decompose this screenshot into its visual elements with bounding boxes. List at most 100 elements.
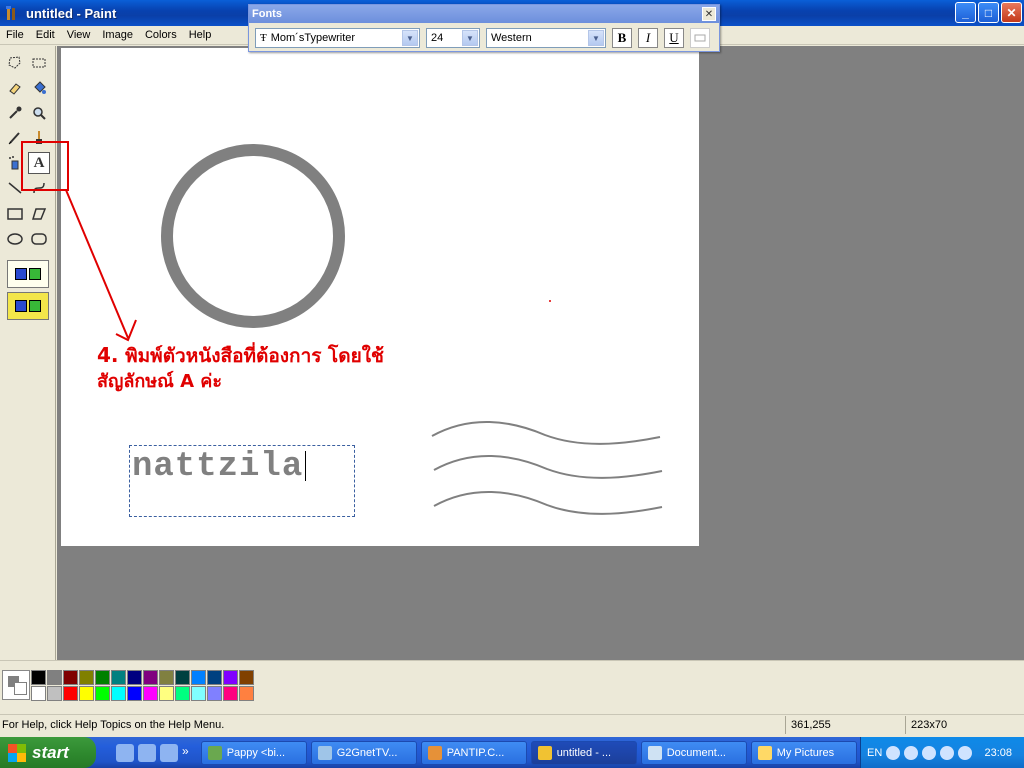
- color-picker-icon[interactable]: [4, 102, 26, 124]
- status-coordinates: 361,255: [785, 715, 905, 734]
- task-app-icon: [427, 745, 442, 760]
- color-palette: [0, 660, 1024, 711]
- polygon-icon[interactable]: [28, 203, 50, 225]
- color-swatch[interactable]: [31, 686, 46, 701]
- taskbar-task[interactable]: My Pictures: [750, 740, 857, 765]
- taskbar-task[interactable]: untitled - ...: [530, 740, 637, 765]
- ellipse-icon[interactable]: [4, 228, 26, 250]
- color-swatch[interactable]: [95, 670, 110, 685]
- color-swatch[interactable]: [191, 670, 206, 685]
- font-script-value: Western: [491, 32, 532, 44]
- fonts-close-button[interactable]: ✕: [702, 7, 716, 21]
- status-help-text: For Help, click Help Topics on the Help …: [2, 718, 225, 731]
- vertical-text-button[interactable]: [690, 28, 710, 48]
- taskbar-task[interactable]: G2GnetTV...: [310, 740, 417, 765]
- color-swatch[interactable]: [127, 686, 142, 701]
- tray-play-icon[interactable]: [922, 745, 937, 760]
- color-swatch[interactable]: [63, 686, 78, 701]
- chevron-down-icon[interactable]: ▼: [402, 30, 418, 46]
- color-swatch[interactable]: [223, 686, 238, 701]
- color-swatch[interactable]: [63, 670, 78, 685]
- tray-camera-icon[interactable]: [940, 745, 955, 760]
- color-swatch[interactable]: [47, 686, 62, 701]
- tray-volume-icon[interactable]: [958, 745, 973, 760]
- chevron-down-icon[interactable]: ▼: [462, 30, 478, 46]
- underline-button[interactable]: U: [664, 28, 684, 48]
- task-label: PANTIP.C...: [446, 746, 505, 759]
- color-swatch[interactable]: [191, 686, 206, 701]
- color-swatch[interactable]: [31, 670, 46, 685]
- menu-file[interactable]: File: [0, 29, 30, 41]
- taskbar-task[interactable]: PANTIP.C...: [420, 740, 527, 765]
- color-swatch[interactable]: [79, 670, 94, 685]
- notepad-quicklaunch-icon[interactable]: [138, 743, 156, 762]
- color-swatch[interactable]: [143, 686, 158, 701]
- menu-colors[interactable]: Colors: [139, 29, 183, 41]
- minimize-button[interactable]: _: [955, 2, 976, 23]
- font-size-select[interactable]: 24 ▼: [426, 28, 480, 48]
- quicklaunch-more-icon[interactable]: »: [182, 744, 189, 762]
- text-input-box[interactable]: nattzila: [129, 445, 355, 517]
- color-swatch[interactable]: [111, 686, 126, 701]
- rounded-rect-icon[interactable]: [28, 228, 50, 250]
- task-app-icon: [647, 745, 662, 760]
- bold-button[interactable]: B: [612, 28, 632, 48]
- task-app-icon: [317, 745, 332, 760]
- menu-edit[interactable]: Edit: [30, 29, 61, 41]
- color-swatch[interactable]: [207, 670, 222, 685]
- menu-image[interactable]: Image: [96, 29, 139, 41]
- taskbar-task[interactable]: Document...: [640, 740, 747, 765]
- media-quicklaunch-icon[interactable]: [160, 743, 178, 762]
- color-swatch[interactable]: [111, 670, 126, 685]
- rect-select-icon[interactable]: [28, 52, 50, 74]
- color-swatch[interactable]: [175, 686, 190, 701]
- truetype-icon: Ŧ: [260, 32, 267, 44]
- tool-box: A: [0, 46, 56, 660]
- task-app-icon: [207, 745, 222, 760]
- color-swatch[interactable]: [79, 686, 94, 701]
- color-swatch[interactable]: [175, 670, 190, 685]
- magnifier-icon[interactable]: [28, 102, 50, 124]
- rectangle-icon[interactable]: [4, 203, 26, 225]
- italic-button[interactable]: I: [638, 28, 658, 48]
- chevron-down-icon[interactable]: ▼: [588, 30, 604, 46]
- start-label: start: [32, 742, 69, 762]
- task-app-icon: [537, 745, 552, 760]
- task-label: My Pictures: [776, 746, 835, 759]
- fill-bucket-icon[interactable]: [28, 77, 50, 99]
- status-selection-size: 223x70: [905, 715, 1024, 734]
- ie-quicklaunch-icon[interactable]: [116, 743, 134, 762]
- eraser-icon[interactable]: [4, 77, 26, 99]
- color-swatch[interactable]: [159, 670, 174, 685]
- close-button[interactable]: ✕: [1001, 2, 1022, 23]
- text-transparent-option[interactable]: [7, 292, 49, 320]
- task-label: Pappy <bi...: [226, 746, 286, 759]
- color-swatch[interactable]: [127, 670, 142, 685]
- tray-back-icon[interactable]: [886, 745, 901, 760]
- color-swatch[interactable]: [143, 670, 158, 685]
- color-swatch[interactable]: [207, 686, 222, 701]
- quick-launch: »: [116, 743, 189, 762]
- color-swatch[interactable]: [159, 686, 174, 701]
- menu-help[interactable]: Help: [183, 29, 218, 41]
- font-name-value: Mom´sTypewriter: [270, 32, 356, 44]
- color-swatch[interactable]: [239, 686, 254, 701]
- clock: 23:08: [984, 746, 1012, 759]
- font-name-select[interactable]: Ŧ Mom´sTypewriter ▼: [255, 28, 420, 48]
- language-indicator[interactable]: EN: [867, 747, 882, 759]
- free-select-icon[interactable]: [4, 52, 26, 74]
- color-swatch[interactable]: [95, 686, 110, 701]
- color-swatch[interactable]: [47, 670, 62, 685]
- color-swatch[interactable]: [239, 670, 254, 685]
- text-opaque-option[interactable]: [7, 260, 49, 288]
- start-button[interactable]: start: [0, 737, 96, 768]
- current-colors[interactable]: [2, 670, 30, 700]
- menu-view[interactable]: View: [61, 29, 97, 41]
- maximize-button[interactable]: □: [978, 2, 999, 23]
- taskbar-task[interactable]: Pappy <bi...: [200, 740, 307, 765]
- font-script-select[interactable]: Western ▼: [486, 28, 606, 48]
- tray-network-icon[interactable]: [904, 745, 919, 760]
- task-app-icon: [757, 745, 772, 760]
- background-color: [14, 682, 27, 695]
- color-swatch[interactable]: [223, 670, 238, 685]
